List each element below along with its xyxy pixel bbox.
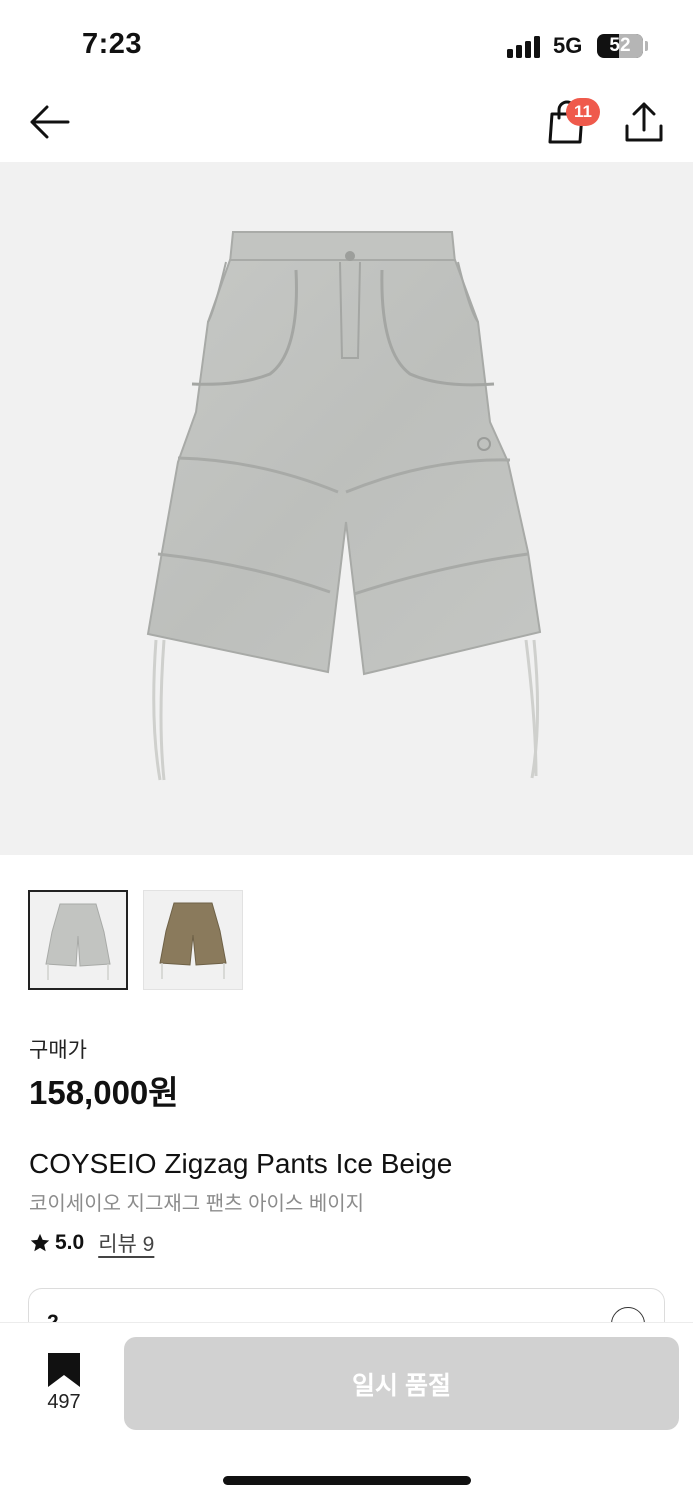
thumb-shorts-khaki: [159, 902, 227, 979]
cart-count-badge: 11: [566, 98, 600, 126]
review-link[interactable]: 리뷰 9: [98, 1228, 154, 1258]
thumbnail-ice-beige[interactable]: [28, 890, 128, 990]
home-indicator: [223, 1476, 471, 1485]
battery-cap: [645, 41, 648, 51]
bookmark-button[interactable]: 497: [34, 1351, 94, 1421]
status-time: 7:23: [82, 28, 143, 60]
status-bar: 7:23 5G 52: [0, 0, 693, 86]
share-icon: [625, 102, 663, 142]
cellular-signal-icon: [507, 36, 543, 58]
bookmark-icon: [48, 1353, 80, 1387]
product-image[interactable]: [0, 162, 693, 855]
soldout-button[interactable]: 일시 품절: [124, 1337, 679, 1430]
share-button[interactable]: [622, 100, 666, 144]
thumb-shorts-gray: [45, 903, 111, 980]
arrow-left-icon: [30, 105, 70, 139]
bottom-action-bar: 497 일시 품절: [0, 1322, 693, 1500]
price: 158,000원: [29, 1074, 179, 1111]
rating-value: 5.0: [55, 1231, 85, 1254]
thumbnail-khaki[interactable]: [143, 890, 243, 990]
battery-level: 52: [609, 35, 631, 56]
back-button[interactable]: [28, 102, 72, 142]
network-type: 5G: [553, 33, 583, 58]
price-label: 구매가: [29, 1039, 87, 1062]
product-name-english: COYSEIO Zigzag Pants Ice Beige: [29, 1148, 453, 1179]
star-icon: [30, 1233, 50, 1252]
battery-icon: 52: [597, 34, 643, 58]
rating-row: 5.0 리뷰 9: [29, 1228, 154, 1258]
product-name-korean: 코이세이오 지그재그 팬츠 아이스 베이지: [29, 1193, 365, 1215]
shorts-illustration: [146, 231, 542, 781]
bookmark-count: 497: [47, 1391, 81, 1413]
